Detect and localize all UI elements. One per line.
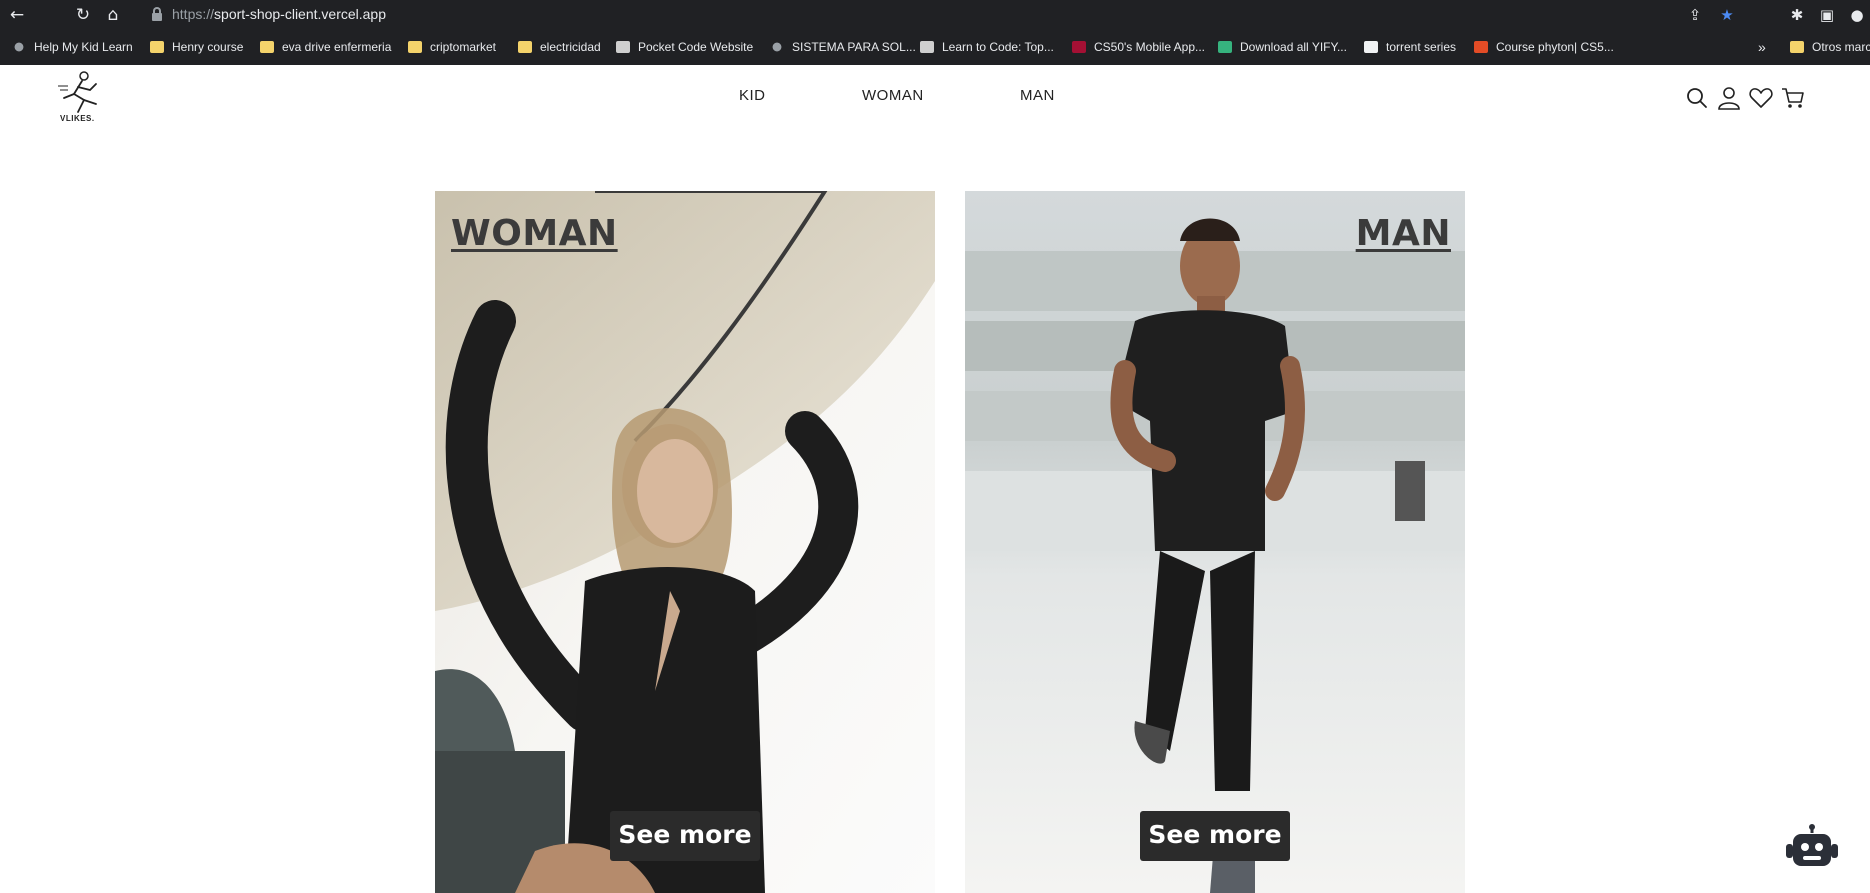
site-icon [920,41,934,53]
bookmark-item[interactable]: Download all YIFY... [1218,38,1347,56]
browser-toolbar: ← ↻ ⌂ https://sport-shop-client.vercel.a… [0,0,1870,29]
man-hero-image [965,191,1465,893]
bookmark-item[interactable]: Course phyton| CS5... [1474,38,1614,56]
folder-icon [408,41,422,53]
search-icon[interactable] [1684,85,1710,111]
url-text: https://sport-shop-client.vercel.app [172,6,387,22]
bookmarks-bar: Help My Kid Learn Henry course eva drive… [0,29,1870,65]
globe-icon [770,41,784,53]
folder-icon [260,41,274,53]
lock-icon [152,7,162,21]
man-category-card[interactable]: MAN See more [965,191,1465,893]
bookmarks-overflow-button[interactable]: » [1758,38,1766,56]
woman-category-card[interactable]: WOMAN See more [435,191,935,893]
folder-icon [150,41,164,53]
bookmark-star-icon[interactable]: ★ [1716,4,1738,26]
bookmark-item[interactable]: electricidad [518,38,601,56]
man-card-title[interactable]: MAN [1356,213,1451,254]
back-arrow-icon[interactable]: ← [6,4,28,26]
bookmark-item[interactable]: CS50's Mobile App... [1072,38,1205,56]
man-see-more-button[interactable]: See more [1140,811,1290,861]
bookmark-item[interactable]: SISTEMA PARA SOL... [770,38,916,56]
folder-icon [1790,41,1804,53]
extensions-icon[interactable]: ✱ [1786,4,1808,26]
chatbot-icon[interactable] [1784,824,1840,872]
bookmark-item[interactable]: Help My Kid Learn [12,38,133,56]
torrent-icon [1364,41,1378,53]
folder-icon [518,41,532,53]
code-icon [1474,41,1488,53]
nav-man[interactable]: MAN [1020,87,1055,104]
nav-kid[interactable]: KID [739,87,766,104]
logo-wordmark: VLIKES. [60,114,95,123]
home-icon[interactable]: ⌂ [102,4,124,26]
profile-avatar[interactable]: ● [1846,4,1868,26]
bookmark-item[interactable]: Pocket Code Website [616,38,753,56]
harvard-icon [1072,41,1086,53]
bookmark-item[interactable]: Learn to Code: Top... [920,38,1054,56]
woman-see-more-button[interactable]: See more [610,811,760,861]
extension-badge-icon[interactable]: ▣ [1816,4,1838,26]
bookmark-item[interactable]: torrent series [1364,38,1456,56]
bookmark-item[interactable]: Henry course [150,38,243,56]
woman-hero-image [435,191,935,893]
share-icon[interactable]: ⇪ [1684,4,1706,26]
pocket-code-icon [616,41,630,53]
user-icon[interactable] [1716,85,1742,111]
brand-logo[interactable]: VLIKES. [56,70,106,128]
other-bookmarks[interactable]: Otros marc [1790,38,1870,56]
download-icon [1218,41,1232,53]
reload-icon[interactable]: ↻ [72,4,94,26]
globe-icon [12,41,26,53]
runner-logo-icon [58,71,97,113]
nav-woman[interactable]: WOMAN [862,87,924,104]
woman-card-title[interactable]: WOMAN [451,213,618,254]
heart-icon[interactable] [1748,85,1774,111]
bookmark-item[interactable]: criptomarket [408,38,496,56]
site-header: VLIKES. KID WOMAN MAN [0,65,1870,133]
cart-icon[interactable] [1780,85,1806,111]
bookmark-item[interactable]: eva drive enfermeria [260,38,391,56]
address-bar[interactable]: https://sport-shop-client.vercel.app [148,3,1728,26]
